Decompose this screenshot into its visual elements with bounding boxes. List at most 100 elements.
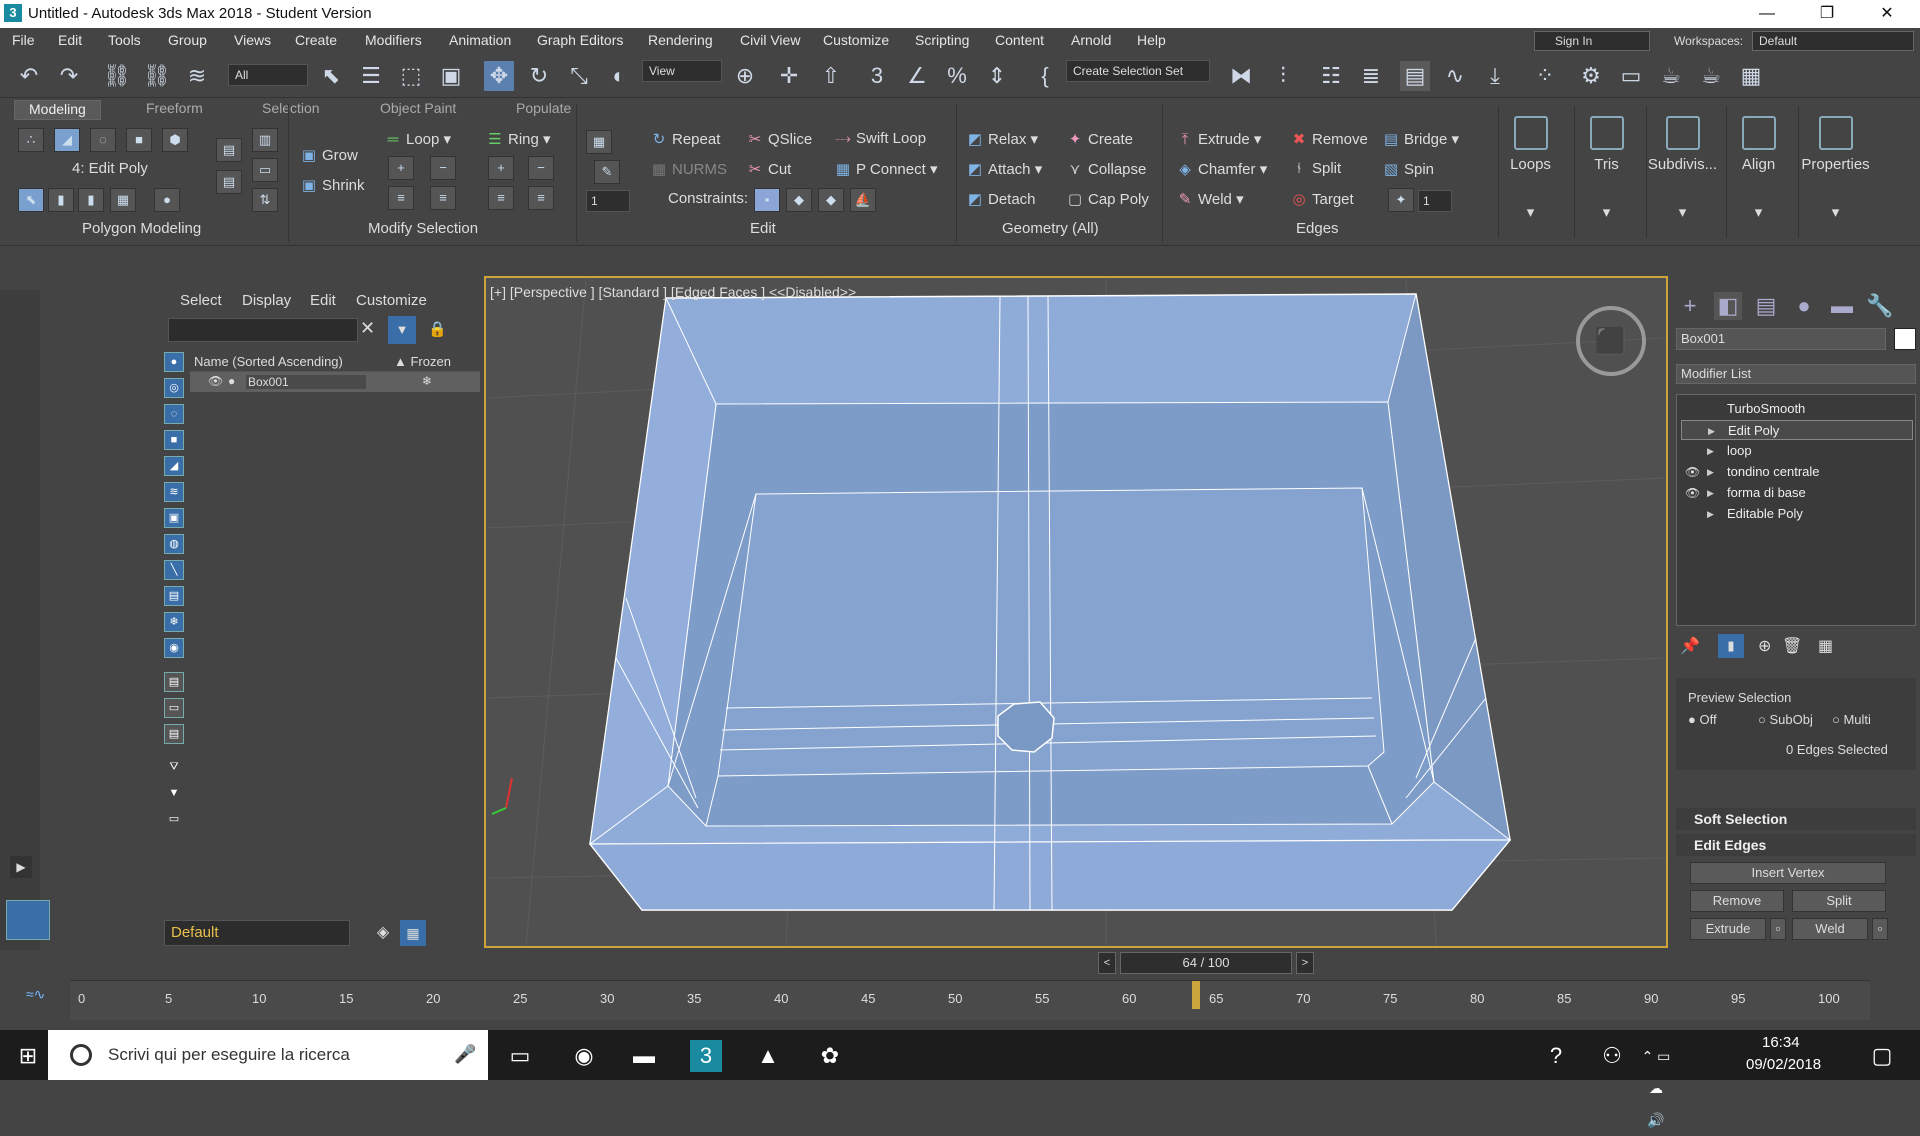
menu-modifiers[interactable]: Modifiers	[365, 32, 422, 48]
preview-subobj-radio[interactable]: ○ SubObj	[1758, 712, 1813, 727]
preview-multi-radio[interactable]: ○ Multi	[1832, 712, 1871, 727]
display-xrefs-icon[interactable]: ◍	[164, 534, 184, 554]
system-tray-icons[interactable]: ⌃ ▭ ☁ 🔊	[1640, 1040, 1672, 1128]
minimize-button[interactable]: —	[1744, 2, 1790, 26]
attach-button[interactable]: ◩ Attach ▾	[966, 160, 1042, 178]
tab-freeform[interactable]: Freeform	[146, 100, 203, 120]
notification-icon[interactable]: ▢	[1866, 1040, 1898, 1072]
use-displacement-icon[interactable]: ▦	[110, 188, 136, 212]
align-icon[interactable]: ⫶	[1268, 61, 1298, 91]
material-editor-icon[interactable]: ⁘	[1530, 61, 1560, 91]
edge-split-button[interactable]: Split	[1792, 890, 1886, 912]
visibility-eye-icon[interactable]: 👁	[208, 374, 223, 388]
expand-arrow-icon[interactable]: ▶	[1707, 504, 1714, 524]
time-ruler[interactable]: 0 5 10 15 20 25 30 35 40 45 50 55 60 65 70 75 80 85 90 95 10…	[70, 980, 1870, 1020]
spinner-snap-icon[interactable]: ⇕	[982, 61, 1012, 91]
menu-scripting[interactable]: Scripting	[915, 32, 969, 48]
display-invert-icon[interactable]: ▤	[164, 724, 184, 744]
edit-edges-rollout[interactable]: Edit Edges	[1676, 834, 1916, 856]
display-none-icon[interactable]: ▭	[164, 698, 184, 718]
expand-arrow-icon[interactable]: ▶	[1707, 441, 1714, 461]
windows-start-icon[interactable]: ⊞	[12, 1040, 44, 1072]
filter-icon[interactable]: ▼	[388, 316, 416, 344]
qslice-button[interactable]: ✂ QSlice	[746, 130, 812, 148]
layer-explorer-icon[interactable]: ▦	[400, 920, 426, 946]
cut-button[interactable]: ✂ Cut	[746, 160, 792, 178]
stack-item[interactable]: ▶ Editable Poly	[1681, 504, 1913, 524]
redo-icon[interactable]: ↷	[54, 61, 84, 91]
expand-arrow-icon[interactable]: ▶	[1707, 483, 1714, 503]
time-slider-marker[interactable]	[1191, 981, 1200, 1009]
loop-prev-icon[interactable]: ≡	[388, 186, 414, 210]
shrink-button[interactable]: ▣ Shrink	[300, 176, 365, 194]
nurms-button[interactable]: ▦ NURMS	[650, 160, 727, 178]
explorer-menu-customize[interactable]: Customize	[356, 292, 427, 309]
rect-selection-icon[interactable]: ⬚	[396, 61, 426, 91]
rendered-frame-window-icon[interactable]: ▭	[1616, 61, 1646, 91]
prev-modifier-icon[interactable]: ▤	[216, 138, 242, 162]
ring-next-icon[interactable]: ≡	[528, 186, 554, 210]
tab-selection[interactable]: Selection	[262, 100, 320, 120]
mini-curve-editor-icon[interactable]: ≈∿	[26, 986, 45, 1003]
modify-tab-icon[interactable]: ◧	[1714, 292, 1742, 320]
menu-group[interactable]: Group	[168, 32, 207, 48]
rotate-icon[interactable]: ↻	[524, 61, 554, 91]
next-frame-icon[interactable]: >	[1296, 952, 1314, 974]
properties-panel-button[interactable]: Properties ▾	[1798, 106, 1872, 238]
column-name[interactable]: Name (Sorted Ascending)	[194, 354, 343, 369]
stack-item[interactable]: ▶ loop	[1681, 441, 1913, 461]
target-spinner[interactable]: 1	[1418, 190, 1452, 212]
stack-item[interactable]: 👁 ▶ tondino centrale	[1681, 462, 1913, 482]
ring-shrink-icon[interactable]: −	[528, 156, 554, 180]
select-object-icon[interactable]: ⬉	[316, 61, 346, 91]
render-setup-icon[interactable]: ⚙	[1576, 61, 1606, 91]
viewcube-icon[interactable]: ⬛	[1576, 306, 1646, 376]
detach-button[interactable]: ◩ Detach	[966, 190, 1036, 208]
preserve-uvs-icon[interactable]: ▦	[586, 130, 612, 154]
lock-icon[interactable]: 🔒	[428, 320, 447, 338]
remove-button[interactable]: ✖ Remove	[1290, 130, 1368, 148]
show-end-result-bottom-icon[interactable]: ▮	[1718, 634, 1744, 658]
constraint-none-icon[interactable]: ▪	[754, 188, 780, 212]
pin-stack-bottom-icon[interactable]: 📌	[1680, 636, 1700, 656]
display-tab-icon[interactable]: ▬	[1828, 292, 1856, 320]
menu-content[interactable]: Content	[995, 32, 1044, 48]
filter-funnel2-icon[interactable]: ▼	[164, 784, 184, 804]
tab-object-paint[interactable]: Object Paint	[380, 100, 456, 120]
chrome-icon[interactable]: ◉	[568, 1040, 600, 1072]
polygon-mode-icon[interactable]: ■	[126, 128, 152, 152]
ring-grow-icon[interactable]: +	[488, 156, 514, 180]
create-tab-icon[interactable]: +	[1676, 292, 1704, 320]
modifier-list-dropdown[interactable]: Modifier List	[1676, 364, 1916, 384]
display-geometry-icon[interactable]: ●	[164, 352, 184, 372]
menu-civil-view[interactable]: Civil View	[740, 32, 800, 48]
scale-icon[interactable]: ⤡	[564, 61, 594, 91]
soft-selection-toggle-icon[interactable]: ⇅	[252, 188, 278, 212]
preserve-uv-icon[interactable]: ▭	[252, 158, 278, 182]
display-all-icon[interactable]: ▤	[164, 672, 184, 692]
bind-space-warp-icon[interactable]: ≋	[182, 61, 212, 91]
filter-funnel-icon[interactable]: ⛛	[164, 758, 184, 778]
display-groups-icon[interactable]: ▣	[164, 508, 184, 528]
constraint-edge-icon[interactable]: ◆	[786, 188, 812, 212]
menu-animation[interactable]: Animation	[449, 32, 511, 48]
loop-shrink-icon[interactable]: −	[430, 156, 456, 180]
collapse-stack-icon[interactable]: ●	[154, 188, 180, 212]
weld-button[interactable]: ✎ Weld ▾	[1176, 190, 1244, 208]
extrude-button[interactable]: ⤒ Extrude ▾	[1176, 130, 1262, 148]
ring-button[interactable]: ☰ Ring ▾	[486, 130, 550, 148]
unlink-icon[interactable]: ⛓	[142, 61, 172, 91]
snaps-toggle-icon[interactable]: 3	[862, 61, 892, 91]
people-icon[interactable]: ⚇	[1596, 1040, 1628, 1072]
percent-snap-icon[interactable]: %	[942, 61, 972, 91]
swift-loop-button[interactable]: ⤏ Swift Loop	[834, 130, 926, 147]
prev-frame-icon[interactable]: <	[1098, 952, 1116, 974]
display-shapes-icon[interactable]: ◎	[164, 378, 184, 398]
menu-file[interactable]: File	[12, 32, 35, 48]
grow-button[interactable]: ▣ Grow	[300, 146, 358, 164]
align-panel-button[interactable]: Align ▾	[1726, 106, 1790, 238]
display-bones-icon[interactable]: ╲	[164, 560, 184, 580]
sign-in-dropdown[interactable]: Sign In	[1534, 31, 1650, 51]
close-button[interactable]: ✕	[1864, 2, 1910, 26]
edit-spinner[interactable]: 1	[586, 190, 630, 212]
